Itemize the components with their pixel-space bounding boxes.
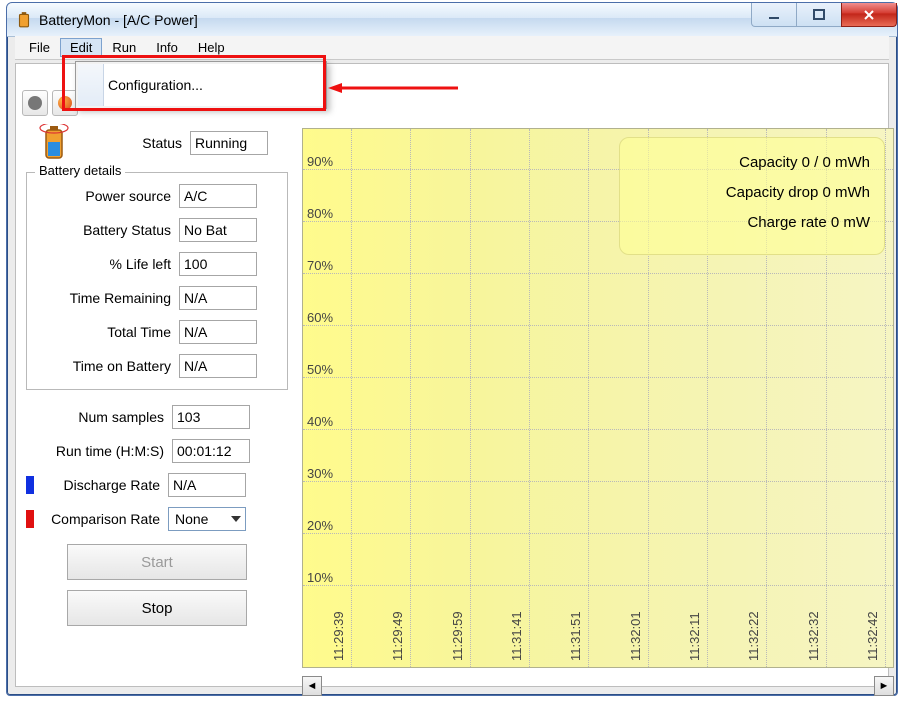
life-left-value: 100 (179, 252, 257, 276)
life-left-label: % Life left (33, 256, 179, 272)
power-source-label: Power source (33, 188, 179, 204)
chart-scrollbar[interactable]: ◄ ► (302, 676, 894, 696)
x-tick-label: 11:32:11 (687, 612, 702, 661)
menu-help[interactable]: Help (188, 38, 235, 57)
scroll-left-button[interactable]: ◄ (302, 676, 322, 696)
num-samples-value: 103 (172, 405, 250, 429)
chevron-down-icon (231, 516, 241, 522)
maximize-button[interactable] (796, 3, 842, 27)
left-panel: Status Running Battery details Power sou… (26, 124, 288, 626)
x-tick-label: 11:31:41 (509, 611, 524, 661)
record-icon (58, 96, 72, 110)
x-tick-label: 11:29:59 (450, 611, 465, 661)
dropdown-gutter (78, 64, 104, 106)
total-time-label: Total Time (33, 324, 179, 340)
charge-rate-text: Charge rate 0 mW (634, 208, 870, 238)
status-value: Running (190, 131, 268, 155)
x-tick-label: 11:31:51 (568, 611, 583, 661)
capacity-text: Capacity 0 / 0 mWh (634, 148, 870, 178)
menu-file[interactable]: File (19, 38, 60, 57)
time-remaining-value: N/A (179, 286, 257, 310)
start-button[interactable]: Start (67, 544, 247, 580)
chart-area: 90%80%70%60%50%40%30%20%10% 11:29:3911:2… (302, 128, 894, 668)
menu-configuration[interactable]: Configuration... (78, 64, 324, 106)
comparison-marker-icon (26, 510, 34, 528)
x-tick-label: 11:29:49 (390, 611, 405, 661)
x-tick-label: 11:32:42 (865, 611, 880, 661)
window-title: BatteryMon - [A/C Power] (39, 12, 198, 28)
client-area: File Edit Run Info Help Status Running B… (15, 63, 889, 687)
x-tick-label: 11:29:39 (331, 611, 346, 661)
num-samples-label: Num samples (26, 409, 172, 425)
capacity-drop-text: Capacity drop 0 mWh (634, 178, 870, 208)
titlebar[interactable]: BatteryMon - [A/C Power] (7, 3, 897, 37)
comparison-rate-value: None (175, 511, 208, 527)
menu-run[interactable]: Run (102, 38, 146, 57)
menu-info[interactable]: Info (146, 38, 188, 57)
total-time-value: N/A (179, 320, 257, 344)
power-source-value: A/C (179, 184, 257, 208)
battery-icon (32, 124, 76, 164)
app-icon (15, 11, 33, 29)
menu-edit[interactable]: Edit (60, 38, 102, 57)
edit-dropdown: Configuration... (75, 61, 327, 109)
scroll-right-button[interactable]: ► (874, 676, 894, 696)
comparison-rate-label: Comparison Rate (38, 511, 168, 527)
capacity-overlay: Capacity 0 / 0 mWh Capacity drop 0 mWh C… (619, 137, 885, 255)
comparison-rate-select[interactable]: None (168, 507, 246, 531)
stop-button[interactable]: Stop (67, 590, 247, 626)
time-remaining-label: Time Remaining (33, 290, 179, 306)
x-tick-label: 11:32:32 (806, 611, 821, 661)
battery-status-value: No Bat (179, 218, 257, 242)
app-window: BatteryMon - [A/C Power] File Edit Run I… (6, 2, 898, 696)
circle-icon (28, 96, 42, 110)
x-tick-label: 11:32:01 (628, 611, 643, 661)
discharge-rate-label: Discharge Rate (38, 477, 168, 493)
details-legend: Battery details (35, 163, 125, 178)
minimize-button[interactable] (751, 3, 797, 27)
discharge-marker-icon (26, 476, 34, 494)
x-tick-label: 11:32:22 (746, 611, 761, 661)
run-time-label: Run time (H:M:S) (26, 443, 172, 459)
run-time-value: 00:01:12 (172, 439, 250, 463)
time-on-battery-value: N/A (179, 354, 257, 378)
close-button[interactable] (841, 3, 897, 27)
toolbar-record-gray[interactable] (22, 90, 48, 116)
menubar[interactable]: File Edit Run Info Help (15, 36, 889, 60)
battery-details-group: Battery details Power sourceA/C Battery … (26, 172, 288, 390)
battery-status-label: Battery Status (33, 222, 179, 238)
time-on-battery-label: Time on Battery (33, 358, 179, 374)
discharge-rate-value: N/A (168, 473, 246, 497)
